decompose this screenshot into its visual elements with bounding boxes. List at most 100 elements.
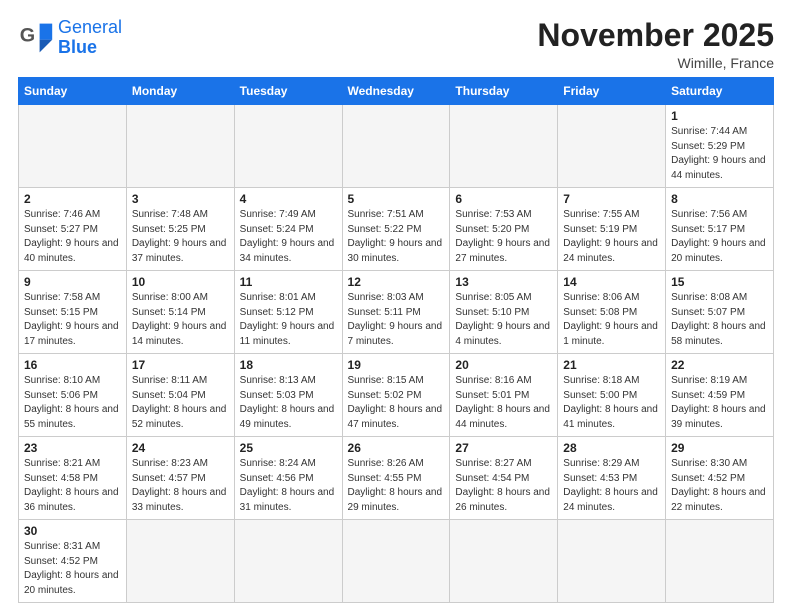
day-number: 19 xyxy=(348,358,445,372)
day-number: 9 xyxy=(24,275,121,289)
day-cell: 7 Sunrise: 7:55 AM Sunset: 5:19 PM Daylig… xyxy=(558,188,666,271)
week-row-3: 9 Sunrise: 7:58 AM Sunset: 5:15 PM Daylig… xyxy=(19,271,774,354)
day-number: 16 xyxy=(24,358,121,372)
week-row-4: 16Sunrise: 8:10 AM Sunset: 5:06 PM Dayli… xyxy=(19,354,774,437)
day-cell xyxy=(234,105,342,188)
day-info: Sunrise: 8:15 AM Sunset: 5:02 PM Dayligh… xyxy=(348,374,445,432)
day-info: Sunrise: 7:49 AM Sunset: 5:24 PM Dayligh… xyxy=(240,208,337,266)
day-cell: 30Sunrise: 8:31 AM Sunset: 4:52 PM Dayli… xyxy=(19,520,127,603)
day-number: 11 xyxy=(240,275,337,289)
day-number: 13 xyxy=(455,275,552,289)
col-header-wednesday: Wednesday xyxy=(342,78,450,105)
day-number: 10 xyxy=(132,275,229,289)
day-cell: 2Sunrise: 7:46 AM Sunset: 5:27 PM Daylig… xyxy=(19,188,127,271)
day-cell xyxy=(234,520,342,603)
day-cell: 4 Sunrise: 7:49 AM Sunset: 5:24 PM Daylig… xyxy=(234,188,342,271)
day-number: 24 xyxy=(132,441,229,455)
header: G General Blue November 2025 Wimille, Fr… xyxy=(18,18,774,71)
day-cell xyxy=(558,520,666,603)
day-cell xyxy=(126,105,234,188)
col-header-friday: Friday xyxy=(558,78,666,105)
day-number: 3 xyxy=(132,192,229,206)
col-header-monday: Monday xyxy=(126,78,234,105)
day-number: 8 xyxy=(671,192,768,206)
day-number: 29 xyxy=(671,441,768,455)
day-cell xyxy=(19,105,127,188)
day-cell: 29 Sunrise: 8:30 AM Sunset: 4:52 PM Dayli… xyxy=(666,437,774,520)
day-cell: 3 Sunrise: 7:48 AM Sunset: 5:25 PM Daylig… xyxy=(126,188,234,271)
day-info: Sunrise: 8:06 AM Sunset: 5:08 PM Dayligh… xyxy=(563,291,660,349)
calendar: SundayMondayTuesdayWednesdayThursdayFrid… xyxy=(18,77,774,603)
day-info: Sunrise: 7:55 AM Sunset: 5:19 PM Dayligh… xyxy=(563,208,660,266)
day-cell xyxy=(126,520,234,603)
day-cell: 13Sunrise: 8:05 AM Sunset: 5:10 PM Dayli… xyxy=(450,271,558,354)
day-info: Sunrise: 8:24 AM Sunset: 4:56 PM Dayligh… xyxy=(240,457,337,515)
week-row-1: 1Sunrise: 7:44 AM Sunset: 5:29 PM Daylig… xyxy=(19,105,774,188)
day-info: Sunrise: 8:18 AM Sunset: 5:00 PM Dayligh… xyxy=(563,374,660,432)
day-cell: 18Sunrise: 8:13 AM Sunset: 5:03 PM Dayli… xyxy=(234,354,342,437)
day-info: Sunrise: 7:51 AM Sunset: 5:22 PM Dayligh… xyxy=(348,208,445,266)
day-info: Sunrise: 7:58 AM Sunset: 5:15 PM Dayligh… xyxy=(24,291,121,349)
day-cell: 25 Sunrise: 8:24 AM Sunset: 4:56 PM Dayli… xyxy=(234,437,342,520)
day-info: Sunrise: 7:48 AM Sunset: 5:25 PM Dayligh… xyxy=(132,208,229,266)
day-number: 18 xyxy=(240,358,337,372)
day-number: 21 xyxy=(563,358,660,372)
day-cell xyxy=(342,105,450,188)
day-info: Sunrise: 8:26 AM Sunset: 4:55 PM Dayligh… xyxy=(348,457,445,515)
day-cell xyxy=(450,105,558,188)
col-header-tuesday: Tuesday xyxy=(234,78,342,105)
day-cell: 28 Sunrise: 8:29 AM Sunset: 4:53 PM Dayli… xyxy=(558,437,666,520)
day-cell: 17 Sunrise: 8:11 AM Sunset: 5:04 PM Dayli… xyxy=(126,354,234,437)
day-number: 12 xyxy=(348,275,445,289)
day-info: Sunrise: 8:31 AM Sunset: 4:52 PM Dayligh… xyxy=(24,540,121,598)
day-info: Sunrise: 8:30 AM Sunset: 4:52 PM Dayligh… xyxy=(671,457,768,515)
day-info: Sunrise: 8:01 AM Sunset: 5:12 PM Dayligh… xyxy=(240,291,337,349)
day-number: 23 xyxy=(24,441,121,455)
day-info: Sunrise: 8:11 AM Sunset: 5:04 PM Dayligh… xyxy=(132,374,229,432)
day-number: 20 xyxy=(455,358,552,372)
day-number: 17 xyxy=(132,358,229,372)
day-info: Sunrise: 7:53 AM Sunset: 5:20 PM Dayligh… xyxy=(455,208,552,266)
page: G General Blue November 2025 Wimille, Fr… xyxy=(0,0,792,613)
day-cell: 19 Sunrise: 8:15 AM Sunset: 5:02 PM Dayli… xyxy=(342,354,450,437)
col-header-thursday: Thursday xyxy=(450,78,558,105)
day-cell: 26Sunrise: 8:26 AM Sunset: 4:55 PM Dayli… xyxy=(342,437,450,520)
day-number: 7 xyxy=(563,192,660,206)
day-number: 14 xyxy=(563,275,660,289)
day-cell: 8Sunrise: 7:56 AM Sunset: 5:17 PM Daylig… xyxy=(666,188,774,271)
day-number: 4 xyxy=(240,192,337,206)
day-info: Sunrise: 8:21 AM Sunset: 4:58 PM Dayligh… xyxy=(24,457,121,515)
day-cell: 20 Sunrise: 8:16 AM Sunset: 5:01 PM Dayli… xyxy=(450,354,558,437)
day-cell: 24Sunrise: 8:23 AM Sunset: 4:57 PM Dayli… xyxy=(126,437,234,520)
calendar-header-row: SundayMondayTuesdayWednesdayThursdayFrid… xyxy=(19,78,774,105)
day-number: 25 xyxy=(240,441,337,455)
day-cell: 14 Sunrise: 8:06 AM Sunset: 5:08 PM Dayli… xyxy=(558,271,666,354)
day-cell: 6 Sunrise: 7:53 AM Sunset: 5:20 PM Daylig… xyxy=(450,188,558,271)
logo-blue: Blue xyxy=(58,37,97,57)
logo-icon: G xyxy=(18,20,54,56)
day-number: 6 xyxy=(455,192,552,206)
week-row-6: 30Sunrise: 8:31 AM Sunset: 4:52 PM Dayli… xyxy=(19,520,774,603)
day-info: Sunrise: 8:16 AM Sunset: 5:01 PM Dayligh… xyxy=(455,374,552,432)
day-info: Sunrise: 8:03 AM Sunset: 5:11 PM Dayligh… xyxy=(348,291,445,349)
logo-text: General Blue xyxy=(58,18,122,58)
day-info: Sunrise: 8:08 AM Sunset: 5:07 PM Dayligh… xyxy=(671,291,768,349)
day-info: Sunrise: 8:29 AM Sunset: 4:53 PM Dayligh… xyxy=(563,457,660,515)
month-title: November 2025 xyxy=(537,18,774,53)
day-cell: 1Sunrise: 7:44 AM Sunset: 5:29 PM Daylig… xyxy=(666,105,774,188)
day-cell: 12 Sunrise: 8:03 AM Sunset: 5:11 PM Dayli… xyxy=(342,271,450,354)
title-block: November 2025 Wimille, France xyxy=(537,18,774,71)
day-number: 22 xyxy=(671,358,768,372)
location: Wimille, France xyxy=(537,55,774,71)
day-number: 28 xyxy=(563,441,660,455)
day-cell: 27Sunrise: 8:27 AM Sunset: 4:54 PM Dayli… xyxy=(450,437,558,520)
svg-text:G: G xyxy=(20,24,35,46)
day-cell: 5 Sunrise: 7:51 AM Sunset: 5:22 PM Daylig… xyxy=(342,188,450,271)
day-cell xyxy=(342,520,450,603)
day-number: 5 xyxy=(348,192,445,206)
logo: G General Blue xyxy=(18,18,122,58)
day-info: Sunrise: 7:44 AM Sunset: 5:29 PM Dayligh… xyxy=(671,125,768,183)
day-cell: 23 Sunrise: 8:21 AM Sunset: 4:58 PM Dayli… xyxy=(19,437,127,520)
day-cell xyxy=(450,520,558,603)
day-number: 27 xyxy=(455,441,552,455)
